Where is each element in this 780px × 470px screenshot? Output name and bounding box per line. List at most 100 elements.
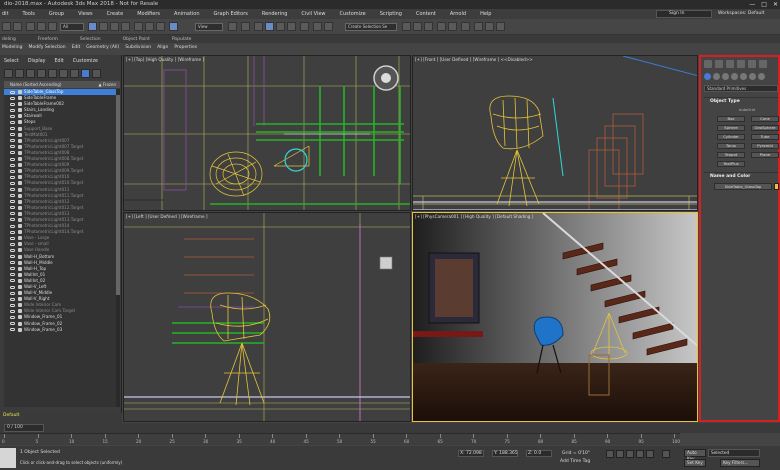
find-icon[interactable] xyxy=(92,69,101,78)
systems-category-icon[interactable] xyxy=(758,73,765,80)
viewport-label-left[interactable]: [+] [Left ] [User Defined ] [Wireframe ] xyxy=(126,214,207,219)
scene-list-item[interactable]: Window_Frame_03 xyxy=(4,327,116,333)
visibility-eye-icon[interactable] xyxy=(10,309,15,313)
maximize-button[interactable]: □ xyxy=(761,0,767,9)
mirror-icon[interactable] xyxy=(313,22,322,31)
visibility-eye-icon[interactable] xyxy=(10,285,15,289)
textplus-button[interactable]: TextPlus xyxy=(717,161,745,167)
teapot-button[interactable]: Teapot xyxy=(717,152,745,158)
menu-civil-view[interactable]: Civil View xyxy=(301,11,325,17)
visibility-eye-icon[interactable] xyxy=(10,139,15,143)
cameras-category-icon[interactable] xyxy=(731,73,738,80)
menu-content[interactable]: Content xyxy=(416,11,436,17)
explorer-menu-select[interactable]: Select xyxy=(4,58,19,66)
filter-spacewarps-icon[interactable] xyxy=(59,69,68,78)
pivot-center-icon[interactable] xyxy=(228,22,237,31)
select-object-icon[interactable] xyxy=(88,22,97,31)
visibility-eye-icon[interactable] xyxy=(10,175,15,179)
visibility-eye-icon[interactable] xyxy=(10,303,15,307)
geometry-category-icon[interactable] xyxy=(704,73,711,80)
ribbon-tab-object-paint[interactable]: Object Paint xyxy=(123,37,150,42)
current-layer[interactable]: Default xyxy=(0,412,24,420)
explorer-menu-edit[interactable]: Edit xyxy=(55,58,64,66)
explorer-menu-display[interactable]: Display xyxy=(28,58,46,66)
visibility-eye-icon[interactable] xyxy=(10,279,15,283)
viewport-label-front[interactable]: [+] [Front ] [User Defined ] [Wireframe … xyxy=(415,57,533,62)
autogrid-checkbox[interactable]: AutoGrid xyxy=(739,108,755,112)
visibility-eye-icon[interactable] xyxy=(10,102,15,106)
filter-toggle-icon[interactable] xyxy=(81,69,90,78)
visibility-eye-icon[interactable] xyxy=(10,291,15,295)
toggle-scene-explorer-icon[interactable] xyxy=(402,22,411,31)
menu-views[interactable]: Views xyxy=(78,11,92,17)
visibility-eye-icon[interactable] xyxy=(10,315,15,319)
visibility-eye-icon[interactable] xyxy=(10,212,15,216)
snaps-toggle-icon[interactable] xyxy=(254,22,263,31)
visibility-eye-icon[interactable] xyxy=(10,218,15,222)
menu-help[interactable]: Help xyxy=(480,11,491,17)
filter-helpers-icon[interactable] xyxy=(48,69,57,78)
lights-category-icon[interactable] xyxy=(722,73,729,80)
curve-editor-icon[interactable] xyxy=(437,22,446,31)
close-button[interactable]: ✕ xyxy=(773,0,778,9)
workspaces-selector[interactable]: Workspaces: Default xyxy=(718,10,764,18)
menu-scripting[interactable]: Scripting xyxy=(380,11,402,17)
ribbon-panel-align[interactable]: Align xyxy=(157,45,168,50)
menu-tools[interactable]: Tools xyxy=(23,11,35,17)
undo-icon[interactable] xyxy=(2,22,11,31)
plane-button[interactable]: Plane xyxy=(751,152,779,158)
ribbon-panel-edit[interactable]: Edit xyxy=(72,45,81,50)
menu-rendering[interactable]: Rendering xyxy=(262,11,288,17)
angle-snap-icon[interactable] xyxy=(265,22,274,31)
menu-group[interactable]: Group xyxy=(49,11,64,17)
ribbon-tab-freeform[interactable]: Freeform xyxy=(38,37,58,42)
column-header-frozen[interactable]: ▲ Frozen xyxy=(99,81,116,88)
toggle-layer-explorer-icon[interactable] xyxy=(413,22,422,31)
torus-button[interactable]: Torus xyxy=(717,143,745,149)
ribbon-tab-selection[interactable]: Selection xyxy=(80,37,101,42)
cylinder-button[interactable]: Cylinder xyxy=(717,134,745,140)
placement-icon[interactable] xyxy=(169,22,178,31)
viewport-label-top[interactable]: [+] [Top] [High Quality ] [Wireframe ] xyxy=(126,57,204,62)
visibility-eye-icon[interactable] xyxy=(10,157,15,161)
object-name-field[interactable]: SideTable_GlassTop xyxy=(714,183,772,190)
play-icon[interactable] xyxy=(626,450,634,458)
visibility-eye-icon[interactable] xyxy=(10,169,15,173)
toggle-ribbon-icon[interactable] xyxy=(424,22,433,31)
timeline-ruler[interactable]: 0 5 10 15 20 25 30 35 40 45 50 55 60 65 70 75 80 85 90 95 10… xyxy=(0,433,680,445)
set-key-button[interactable]: Set Key xyxy=(684,459,706,467)
viewport-front[interactable]: [+] [Front ] [User Defined ] [Wireframe … xyxy=(412,55,698,211)
scale-icon[interactable] xyxy=(156,22,165,31)
utilities-tab-icon[interactable] xyxy=(759,60,767,68)
schematic-view-icon[interactable] xyxy=(448,22,457,31)
visibility-eye-icon[interactable] xyxy=(10,297,15,301)
visibility-eye-icon[interactable] xyxy=(10,255,15,259)
explorer-menu-customize[interactable]: Customize xyxy=(73,58,98,66)
filter-shapes-icon[interactable] xyxy=(15,69,24,78)
filter-geometry-icon[interactable] xyxy=(4,69,13,78)
filter-lights-icon[interactable] xyxy=(26,69,35,78)
align-icon[interactable] xyxy=(324,22,333,31)
visibility-eye-icon[interactable] xyxy=(10,200,15,204)
time-configuration-icon[interactable] xyxy=(662,450,670,458)
visibility-eye-icon[interactable] xyxy=(10,236,15,240)
ribbon-panel-properties[interactable]: Properties xyxy=(174,45,197,50)
name-and-color-rollout[interactable]: Name and Color xyxy=(704,172,778,179)
visibility-eye-icon[interactable] xyxy=(10,145,15,149)
go-to-end-icon[interactable] xyxy=(646,450,654,458)
next-frame-icon[interactable] xyxy=(636,450,644,458)
move-icon[interactable] xyxy=(134,22,143,31)
bind-space-warp-icon[interactable] xyxy=(48,22,57,31)
time-slider[interactable]: 0 / 100 xyxy=(4,424,44,432)
tube-button[interactable]: Tube xyxy=(751,134,779,140)
render-production-icon[interactable] xyxy=(496,22,505,31)
reference-coordinate-dropdown[interactable]: View xyxy=(195,23,223,31)
visibility-eye-icon[interactable] xyxy=(10,133,15,137)
motion-tab-icon[interactable] xyxy=(737,60,745,68)
cone-button[interactable]: Cone xyxy=(751,116,779,122)
visibility-eye-icon[interactable] xyxy=(10,181,15,185)
visibility-eye-icon[interactable] xyxy=(10,194,15,198)
auto-key-button[interactable]: Auto Key xyxy=(684,449,706,461)
minimize-button[interactable]: — xyxy=(749,0,755,9)
column-header-name[interactable]: Name (Sorted Ascending) ▲ Frozen xyxy=(4,81,120,88)
